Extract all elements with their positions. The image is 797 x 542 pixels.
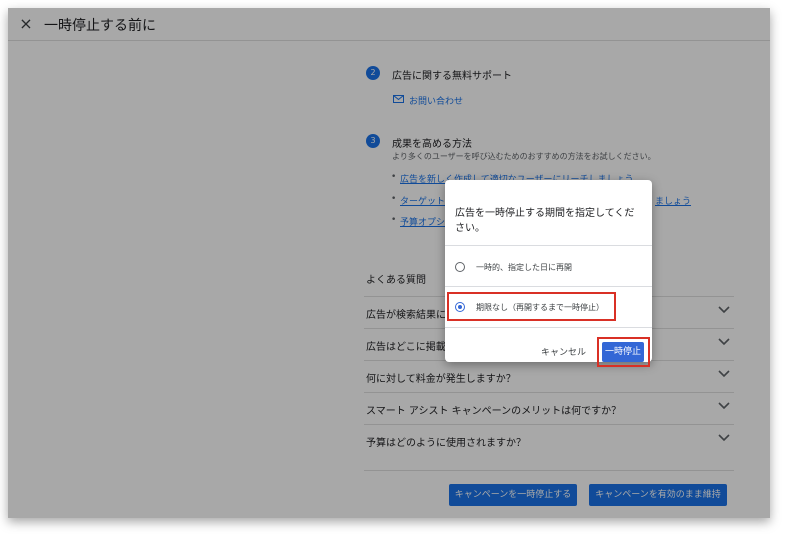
confirm-pause-button[interactable]: 一時停止 (602, 342, 644, 362)
modal-overlay (8, 8, 770, 518)
app-window: × 一時停止する前に 2 広告に関する無料サポート お問い合わせ 3 成果を高め… (8, 8, 770, 518)
radio-label-temporary: 一時的、指定した日に再開 (476, 263, 572, 272)
dialog-title: 広告を一時停止する期間を指定してください。 (455, 208, 635, 234)
cancel-button[interactable]: キャンセル (541, 345, 586, 358)
radio-indefinite[interactable] (455, 302, 465, 312)
pause-duration-dialog: 広告を一時停止する期間を指定してください。 一時的、指定した日に再開 期限なし（… (445, 180, 652, 367)
divider (445, 327, 652, 328)
radio-temporary[interactable] (455, 262, 465, 272)
radio-label-indefinite: 期限なし（再開するまで一時停止） (476, 303, 604, 312)
divider (445, 286, 652, 287)
divider (445, 245, 652, 246)
